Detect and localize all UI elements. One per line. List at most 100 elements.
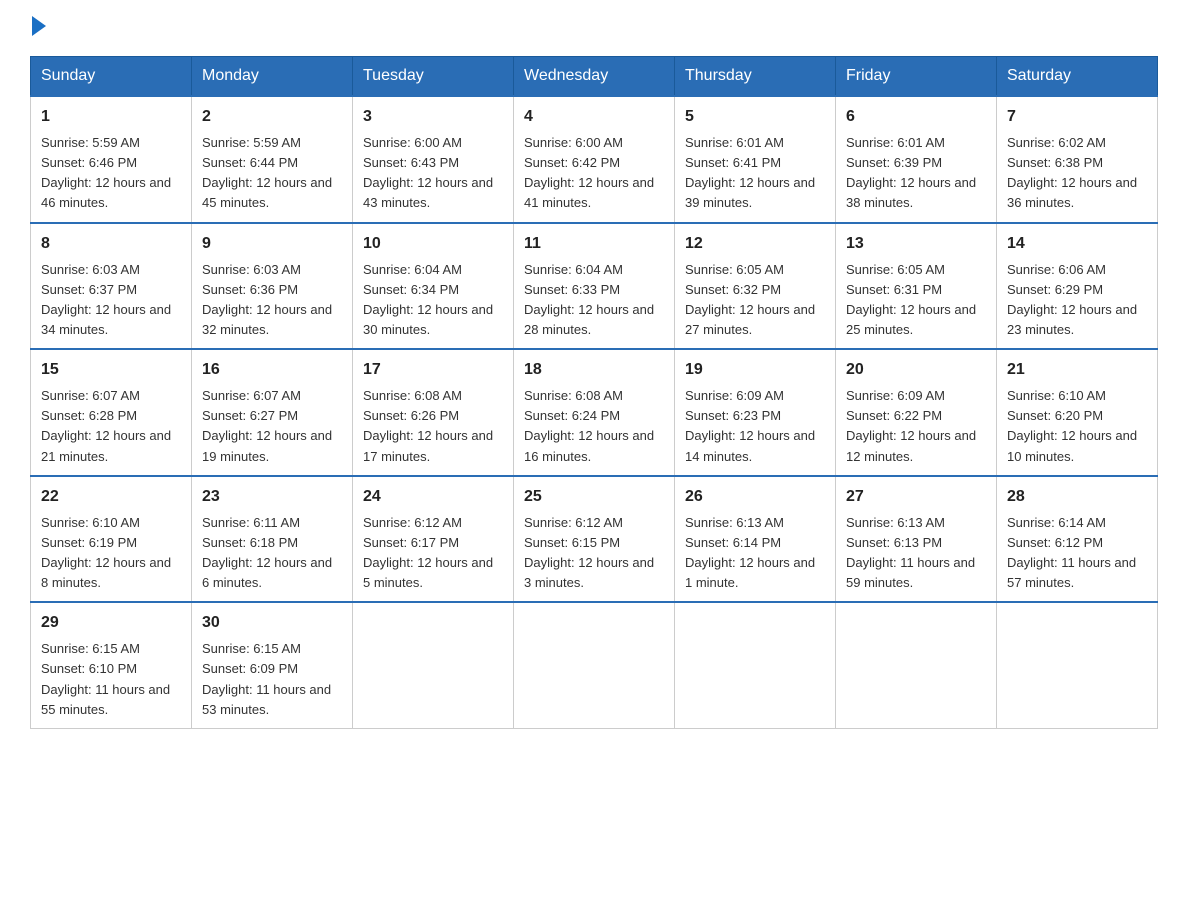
day-number: 12 bbox=[685, 232, 825, 256]
day-info: Sunrise: 6:11 AMSunset: 6:18 PMDaylight:… bbox=[202, 515, 332, 590]
col-header-monday: Monday bbox=[192, 57, 353, 97]
calendar-cell bbox=[353, 602, 514, 728]
day-info: Sunrise: 6:08 AMSunset: 6:24 PMDaylight:… bbox=[524, 388, 654, 463]
day-number: 14 bbox=[1007, 232, 1147, 256]
day-info: Sunrise: 6:13 AMSunset: 6:13 PMDaylight:… bbox=[846, 515, 975, 590]
week-row-4: 22Sunrise: 6:10 AMSunset: 6:19 PMDayligh… bbox=[31, 476, 1158, 603]
day-number: 30 bbox=[202, 611, 342, 635]
day-info: Sunrise: 6:06 AMSunset: 6:29 PMDaylight:… bbox=[1007, 262, 1137, 337]
calendar-table: SundayMondayTuesdayWednesdayThursdayFrid… bbox=[30, 56, 1158, 729]
week-row-5: 29 Sunrise: 6:15 AMSunset: 6:10 PMDayligh… bbox=[31, 602, 1158, 728]
week-row-1: 1 Sunrise: 5:59 AMSunset: 6:46 PMDaylight… bbox=[31, 96, 1158, 223]
day-number: 24 bbox=[363, 485, 503, 509]
logo-triangle-icon bbox=[32, 16, 46, 36]
col-header-sunday: Sunday bbox=[31, 57, 192, 97]
day-number: 21 bbox=[1007, 358, 1147, 382]
calendar-cell: 1 Sunrise: 5:59 AMSunset: 6:46 PMDaylight… bbox=[31, 96, 192, 223]
day-info: Sunrise: 6:00 AMSunset: 6:43 PMDaylight:… bbox=[363, 135, 493, 210]
calendar-cell: 22Sunrise: 6:10 AMSunset: 6:19 PMDayligh… bbox=[31, 476, 192, 603]
calendar-cell: 28Sunrise: 6:14 AMSunset: 6:12 PMDayligh… bbox=[997, 476, 1158, 603]
day-info: Sunrise: 6:09 AMSunset: 6:23 PMDaylight:… bbox=[685, 388, 815, 463]
day-info: Sunrise: 6:13 AMSunset: 6:14 PMDaylight:… bbox=[685, 515, 815, 590]
calendar-cell: 27 Sunrise: 6:13 AMSunset: 6:13 PMDayligh… bbox=[836, 476, 997, 603]
calendar-cell: 19 Sunrise: 6:09 AMSunset: 6:23 PMDayligh… bbox=[675, 349, 836, 476]
day-number: 1 bbox=[41, 105, 181, 129]
calendar-cell bbox=[997, 602, 1158, 728]
day-info: Sunrise: 6:07 AMSunset: 6:28 PMDaylight:… bbox=[41, 388, 171, 463]
col-header-thursday: Thursday bbox=[675, 57, 836, 97]
day-info: Sunrise: 6:08 AMSunset: 6:26 PMDaylight:… bbox=[363, 388, 493, 463]
day-number: 19 bbox=[685, 358, 825, 382]
header-row: SundayMondayTuesdayWednesdayThursdayFrid… bbox=[31, 57, 1158, 97]
day-number: 3 bbox=[363, 105, 503, 129]
day-info: Sunrise: 6:15 AMSunset: 6:10 PMDaylight:… bbox=[41, 641, 170, 716]
calendar-cell: 4Sunrise: 6:00 AMSunset: 6:42 PMDaylight… bbox=[514, 96, 675, 223]
day-number: 15 bbox=[41, 358, 181, 382]
day-info: Sunrise: 6:01 AMSunset: 6:41 PMDaylight:… bbox=[685, 135, 815, 210]
calendar-cell: 23 Sunrise: 6:11 AMSunset: 6:18 PMDayligh… bbox=[192, 476, 353, 603]
day-number: 29 bbox=[41, 611, 181, 635]
day-info: Sunrise: 6:10 AMSunset: 6:19 PMDaylight:… bbox=[41, 515, 171, 590]
calendar-cell: 6 Sunrise: 6:01 AMSunset: 6:39 PMDaylight… bbox=[836, 96, 997, 223]
day-number: 6 bbox=[846, 105, 986, 129]
calendar-cell: 10 Sunrise: 6:04 AMSunset: 6:34 PMDayligh… bbox=[353, 223, 514, 350]
day-number: 18 bbox=[524, 358, 664, 382]
calendar-cell: 8 Sunrise: 6:03 AMSunset: 6:37 PMDaylight… bbox=[31, 223, 192, 350]
day-info: Sunrise: 5:59 AMSunset: 6:44 PMDaylight:… bbox=[202, 135, 332, 210]
calendar-cell: 16 Sunrise: 6:07 AMSunset: 6:27 PMDayligh… bbox=[192, 349, 353, 476]
logo bbox=[30, 20, 46, 36]
col-header-saturday: Saturday bbox=[997, 57, 1158, 97]
calendar-cell: 15 Sunrise: 6:07 AMSunset: 6:28 PMDayligh… bbox=[31, 349, 192, 476]
calendar-cell: 26Sunrise: 6:13 AMSunset: 6:14 PMDayligh… bbox=[675, 476, 836, 603]
day-info: Sunrise: 6:07 AMSunset: 6:27 PMDaylight:… bbox=[202, 388, 332, 463]
day-number: 27 bbox=[846, 485, 986, 509]
day-info: Sunrise: 6:00 AMSunset: 6:42 PMDaylight:… bbox=[524, 135, 654, 210]
calendar-cell: 20 Sunrise: 6:09 AMSunset: 6:22 PMDayligh… bbox=[836, 349, 997, 476]
day-info: Sunrise: 6:01 AMSunset: 6:39 PMDaylight:… bbox=[846, 135, 976, 210]
day-info: Sunrise: 6:10 AMSunset: 6:20 PMDaylight:… bbox=[1007, 388, 1137, 463]
calendar-cell: 30 Sunrise: 6:15 AMSunset: 6:09 PMDayligh… bbox=[192, 602, 353, 728]
day-number: 10 bbox=[363, 232, 503, 256]
calendar-cell: 12Sunrise: 6:05 AMSunset: 6:32 PMDayligh… bbox=[675, 223, 836, 350]
col-header-tuesday: Tuesday bbox=[353, 57, 514, 97]
calendar-cell bbox=[836, 602, 997, 728]
day-number: 23 bbox=[202, 485, 342, 509]
week-row-3: 15 Sunrise: 6:07 AMSunset: 6:28 PMDayligh… bbox=[31, 349, 1158, 476]
calendar-cell: 11 Sunrise: 6:04 AMSunset: 6:33 PMDayligh… bbox=[514, 223, 675, 350]
day-number: 28 bbox=[1007, 485, 1147, 509]
day-number: 11 bbox=[524, 232, 664, 256]
day-number: 9 bbox=[202, 232, 342, 256]
calendar-cell: 24Sunrise: 6:12 AMSunset: 6:17 PMDayligh… bbox=[353, 476, 514, 603]
day-info: Sunrise: 6:05 AMSunset: 6:31 PMDaylight:… bbox=[846, 262, 976, 337]
day-number: 2 bbox=[202, 105, 342, 129]
day-info: Sunrise: 6:09 AMSunset: 6:22 PMDaylight:… bbox=[846, 388, 976, 463]
calendar-cell: 17 Sunrise: 6:08 AMSunset: 6:26 PMDayligh… bbox=[353, 349, 514, 476]
calendar-cell: 21 Sunrise: 6:10 AMSunset: 6:20 PMDayligh… bbox=[997, 349, 1158, 476]
calendar-cell: 25 Sunrise: 6:12 AMSunset: 6:15 PMDayligh… bbox=[514, 476, 675, 603]
calendar-cell: 13Sunrise: 6:05 AMSunset: 6:31 PMDayligh… bbox=[836, 223, 997, 350]
calendar-cell: 18 Sunrise: 6:08 AMSunset: 6:24 PMDayligh… bbox=[514, 349, 675, 476]
day-info: Sunrise: 6:04 AMSunset: 6:33 PMDaylight:… bbox=[524, 262, 654, 337]
calendar-cell: 2 Sunrise: 5:59 AMSunset: 6:44 PMDaylight… bbox=[192, 96, 353, 223]
day-number: 16 bbox=[202, 358, 342, 382]
calendar-cell bbox=[675, 602, 836, 728]
day-number: 5 bbox=[685, 105, 825, 129]
calendar-cell bbox=[514, 602, 675, 728]
week-row-2: 8 Sunrise: 6:03 AMSunset: 6:37 PMDaylight… bbox=[31, 223, 1158, 350]
day-info: Sunrise: 6:12 AMSunset: 6:15 PMDaylight:… bbox=[524, 515, 654, 590]
day-number: 7 bbox=[1007, 105, 1147, 129]
day-info: Sunrise: 6:03 AMSunset: 6:37 PMDaylight:… bbox=[41, 262, 171, 337]
day-number: 17 bbox=[363, 358, 503, 382]
day-info: Sunrise: 6:04 AMSunset: 6:34 PMDaylight:… bbox=[363, 262, 493, 337]
calendar-cell: 5 Sunrise: 6:01 AMSunset: 6:41 PMDaylight… bbox=[675, 96, 836, 223]
col-header-friday: Friday bbox=[836, 57, 997, 97]
calendar-cell: 9Sunrise: 6:03 AMSunset: 6:36 PMDaylight… bbox=[192, 223, 353, 350]
day-info: Sunrise: 5:59 AMSunset: 6:46 PMDaylight:… bbox=[41, 135, 171, 210]
col-header-wednesday: Wednesday bbox=[514, 57, 675, 97]
calendar-cell: 3 Sunrise: 6:00 AMSunset: 6:43 PMDaylight… bbox=[353, 96, 514, 223]
day-number: 20 bbox=[846, 358, 986, 382]
day-number: 8 bbox=[41, 232, 181, 256]
day-info: Sunrise: 6:15 AMSunset: 6:09 PMDaylight:… bbox=[202, 641, 331, 716]
day-number: 25 bbox=[524, 485, 664, 509]
calendar-cell: 14 Sunrise: 6:06 AMSunset: 6:29 PMDayligh… bbox=[997, 223, 1158, 350]
